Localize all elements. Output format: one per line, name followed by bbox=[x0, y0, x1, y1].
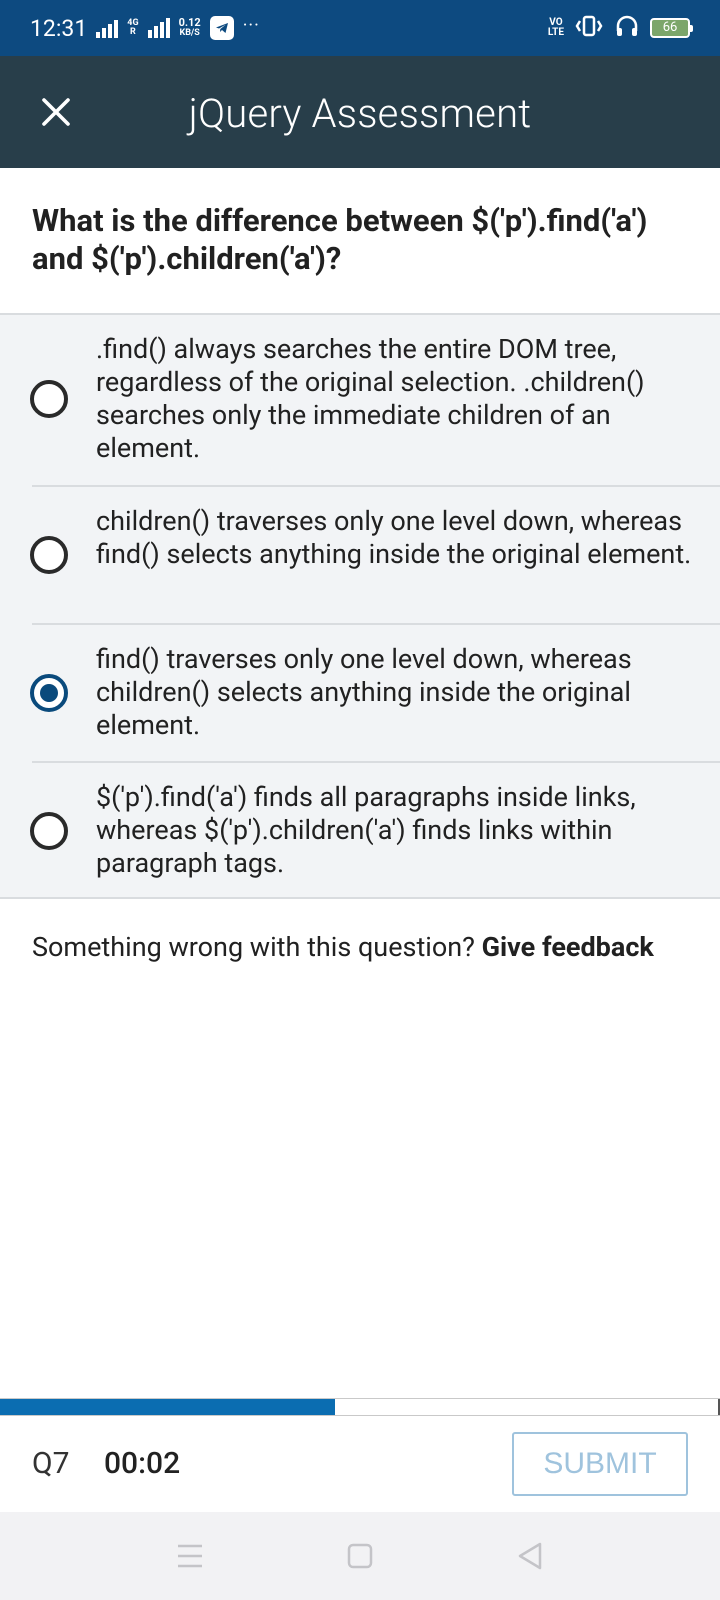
progress-bar-fill bbox=[0, 1399, 335, 1415]
net-speed-value: 0.12 bbox=[178, 16, 201, 29]
more-notifications-icon: ··· bbox=[242, 14, 260, 36]
answer-option-4[interactable]: $('p').find('a') finds all paragraphs in… bbox=[0, 763, 720, 899]
radio-button[interactable] bbox=[30, 380, 68, 418]
telegram-icon bbox=[209, 16, 234, 40]
feedback-prompt-text: Something wrong with this question? bbox=[32, 931, 482, 963]
answer-option-text: children() traverses only one level down… bbox=[96, 505, 692, 570]
net-speed-unit: KB/S bbox=[179, 28, 200, 38]
status-time: 12:31 bbox=[30, 14, 88, 42]
menu-icon bbox=[178, 1544, 202, 1568]
net-speed-indicator: 0.12 KB/S bbox=[179, 17, 201, 39]
roaming-indicator: R bbox=[130, 27, 136, 37]
answer-option-1[interactable]: .find() always searches the entire DOM t… bbox=[0, 315, 720, 485]
answer-option-text: .find() always searches the entire DOM t… bbox=[96, 333, 645, 464]
radio-button[interactable] bbox=[30, 536, 68, 574]
radio-button[interactable] bbox=[30, 812, 68, 850]
question-number: Q7 bbox=[32, 1446, 70, 1481]
footer: Q7 00:02 SUBMIT bbox=[0, 1416, 720, 1512]
network-type-indicator: 4G R bbox=[127, 19, 138, 37]
back-nav-button[interactable] bbox=[510, 1540, 550, 1572]
question-text: What is the difference between $('p').fi… bbox=[32, 202, 648, 277]
battery-icon: 66 bbox=[650, 18, 693, 38]
progress-bar bbox=[0, 1398, 720, 1416]
answer-option-3[interactable]: find() traverses only one level down, wh… bbox=[0, 625, 720, 761]
give-feedback-link[interactable]: Give feedback bbox=[482, 931, 654, 963]
submit-button[interactable]: SUBMIT bbox=[512, 1432, 688, 1496]
menu-nav-button[interactable] bbox=[170, 1540, 210, 1572]
signal-strength-icon-secondary bbox=[147, 18, 170, 38]
answer-options: .find() always searches the entire DOM t… bbox=[0, 313, 720, 899]
home-nav-button[interactable] bbox=[340, 1540, 380, 1572]
answer-option-2[interactable]: children() traverses only one level down… bbox=[0, 487, 720, 623]
home-square-icon bbox=[347, 1543, 373, 1569]
volte-bottom: LTE bbox=[547, 27, 564, 38]
headphones-icon bbox=[614, 13, 640, 43]
radio-button-selected[interactable] bbox=[30, 674, 68, 712]
answer-option-text: find() traverses only one level down, wh… bbox=[96, 643, 632, 741]
timer: 00:02 bbox=[104, 1446, 181, 1481]
answer-option-text: $('p').find('a') finds all paragraphs in… bbox=[96, 781, 636, 879]
back-triangle-icon bbox=[518, 1542, 542, 1570]
app-header: jQuery Assessment bbox=[0, 56, 720, 168]
system-navigation-bar bbox=[0, 1512, 720, 1600]
status-bar: 12:31 4G R 0.12 KB/S ··· VO LTE 66 bbox=[0, 0, 720, 56]
signal-strength-icon bbox=[96, 18, 119, 38]
volte-icon: VO LTE bbox=[548, 18, 564, 38]
feedback-prompt: Something wrong with this question? Give… bbox=[32, 931, 654, 963]
page-title: jQuery Assessment bbox=[188, 90, 532, 137]
vibrate-icon bbox=[574, 14, 604, 42]
